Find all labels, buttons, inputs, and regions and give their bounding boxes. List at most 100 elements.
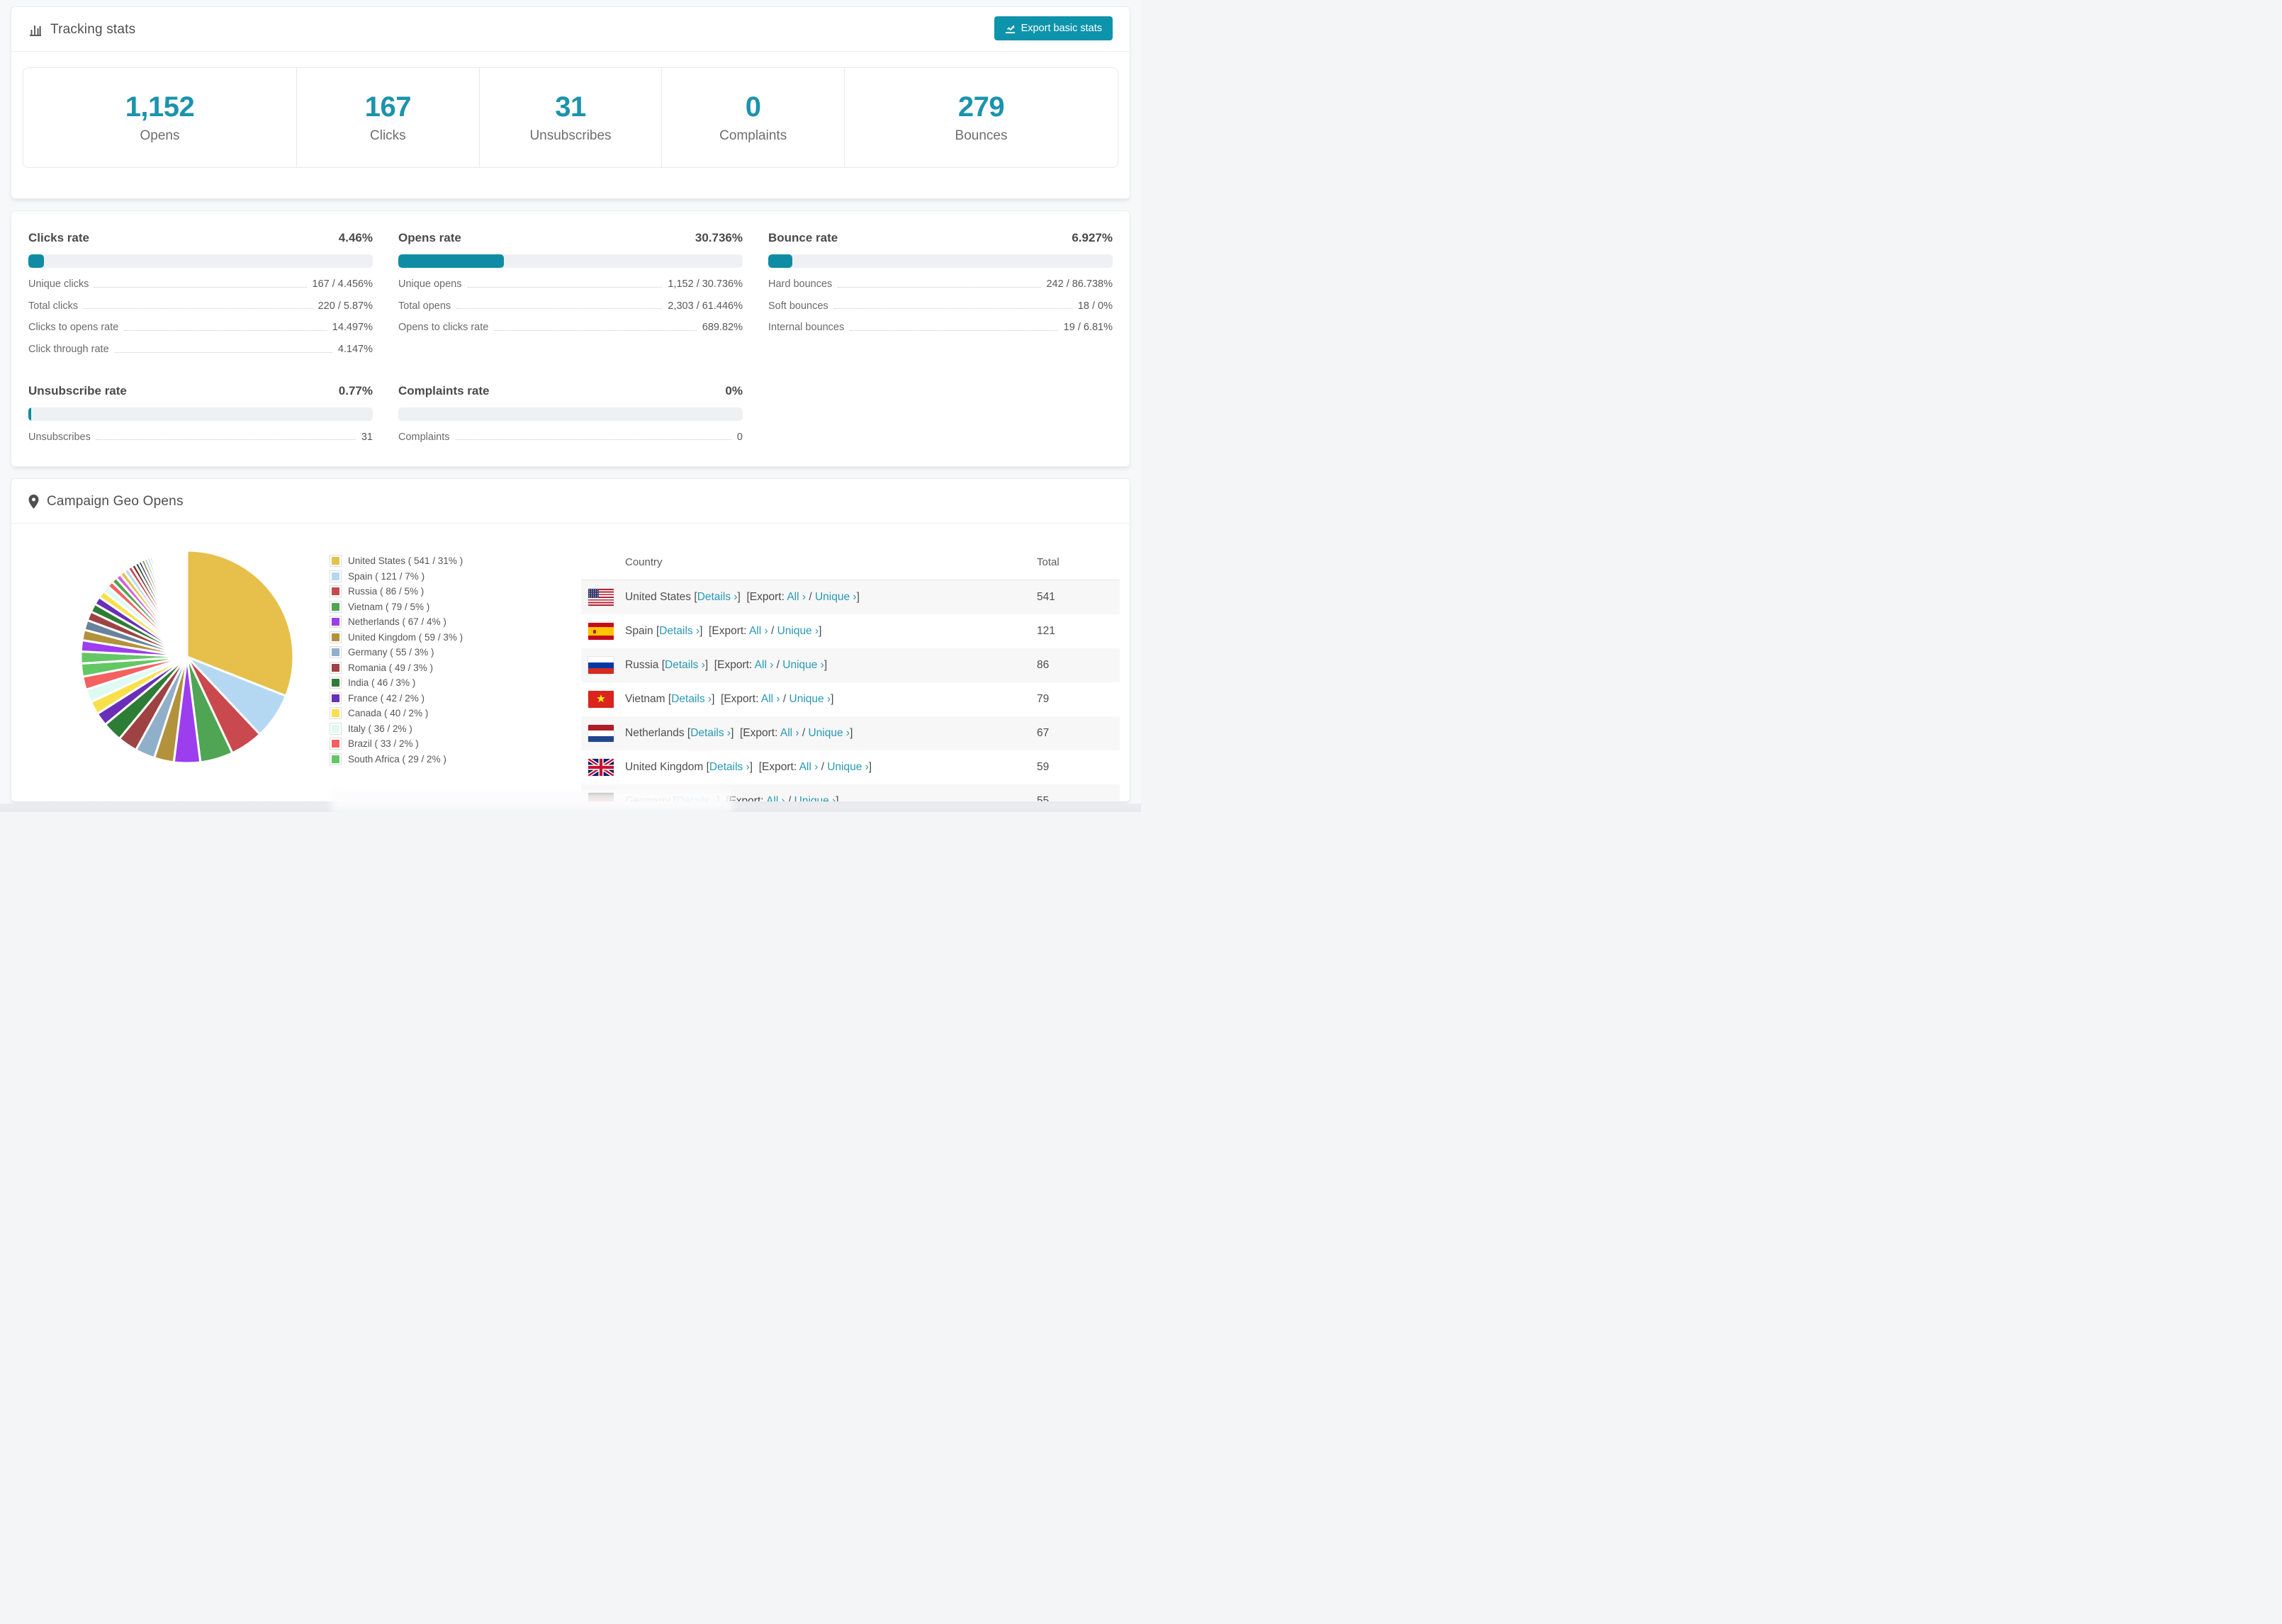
legend-label: Romania ( 49 / 3% ): [348, 662, 434, 673]
details-link[interactable]: Details ›: [690, 727, 731, 739]
geo-country-cell: United Kingdom [Details ›] [Export: All …: [581, 759, 1037, 776]
details-link[interactable]: Details ›: [665, 659, 705, 671]
legend-swatch: [330, 631, 341, 643]
details-link[interactable]: Details ›: [709, 761, 750, 773]
export-prefix: Export:: [712, 625, 749, 637]
stat-cell-bounces: 279 Bounces: [844, 68, 1118, 167]
legend-item-romania: Romania ( 49 / 3% ): [330, 660, 463, 676]
rate-detail-row: Click through rate 4.147%: [28, 344, 373, 356]
rate-panel-head: Clicks rate 4.46%: [28, 231, 373, 245]
details-link[interactable]: Details ›: [697, 591, 738, 603]
geo-country-cell: Russia [Details ›] [Export: All › / Uniq…: [581, 657, 1037, 674]
export-icon: [1005, 23, 1016, 34]
export-button-label: Export basic stats: [1021, 23, 1102, 34]
rate-panel-head: Unsubscribe rate 0.77%: [28, 384, 373, 398]
geo-country-text: Spain [Details ›] [Export: All › / Uniqu…: [625, 625, 822, 637]
stat-label: Bounces: [955, 128, 1008, 143]
export-prefix: Export:: [717, 659, 755, 671]
legend-swatch: [330, 753, 341, 765]
export-all-link[interactable]: All ›: [749, 625, 768, 637]
export-unique-link[interactable]: Unique ›: [777, 625, 819, 637]
bar-chart-icon: [28, 23, 43, 37]
stat-label: Opens: [140, 128, 180, 143]
rate-title: Clicks rate: [28, 231, 89, 244]
legend-label: India ( 46 / 3% ): [348, 677, 416, 689]
rate-detail-label: Opens to clicks rate: [398, 322, 489, 334]
country-name: United States: [625, 591, 692, 603]
export-unique-link[interactable]: Unique ›: [794, 795, 836, 801]
legend-item-germany: Germany ( 55 / 3% ): [330, 645, 463, 660]
details-link[interactable]: Details ›: [659, 625, 699, 637]
export-all-link[interactable]: All ›: [761, 693, 780, 705]
stat-cell-complaints: 0 Complaints: [661, 68, 844, 167]
export-unique-link[interactable]: Unique ›: [815, 591, 857, 603]
export-unique-link[interactable]: Unique ›: [827, 761, 869, 773]
legend-swatch: [330, 556, 341, 567]
legend-item-italy: Italy ( 36 / 2% ): [330, 721, 463, 737]
geo-country-cell: Spain [Details ›] [Export: All › / Uniqu…: [581, 623, 1037, 640]
country-name: Spain: [625, 625, 653, 637]
legend-label: South Africa ( 29 / 2% ): [348, 753, 446, 765]
rate-detail-label: Unique clicks: [28, 278, 89, 290]
rate-detail-row: Internal bounces 19 / 6.81%: [768, 322, 1113, 334]
legend-item-brazil: Brazil ( 33 / 2% ): [330, 736, 463, 752]
country-name: Russia: [625, 659, 659, 671]
details-link[interactable]: Details ›: [671, 693, 712, 705]
flag-us-icon: [588, 589, 614, 606]
geo-country-text: Russia [Details ›] [Export: All › / Uniq…: [625, 659, 828, 671]
export-all-link[interactable]: All ›: [787, 591, 806, 603]
rates-grid: Clicks rate 4.46% Unique clicks 167 / 4.456…: [28, 231, 1113, 443]
rate-panel-head: Opens rate 30.736%: [398, 231, 743, 245]
rate-value: 0%: [725, 383, 743, 397]
geo-opens-pie-chart[interactable]: [78, 548, 296, 766]
rate-detail-label: Clicks to opens rate: [28, 322, 119, 334]
export-all-link[interactable]: All ›: [766, 795, 785, 801]
rate-progress-fill: [768, 254, 792, 268]
map-pin-icon: [28, 495, 39, 509]
legend-swatch: [330, 662, 341, 673]
country-name: Vietnam: [625, 693, 665, 705]
dotted-leader: [84, 308, 313, 310]
rate-detail-value: 1,152 / 30.736%: [668, 278, 743, 290]
rate-detail-label: Complaints: [398, 431, 450, 443]
legend-swatch: [330, 570, 341, 582]
export-all-link[interactable]: All ›: [755, 659, 774, 671]
export-unique-link[interactable]: Unique ›: [789, 693, 831, 705]
geo-country-text: Netherlands [Details ›] [Export: All › /…: [625, 727, 853, 739]
legend-label: Canada ( 40 / 2% ): [348, 708, 429, 719]
pie-legend: United States ( 541 / 31% ) Spain ( 121 /…: [330, 553, 463, 767]
rate-progress-fill: [28, 254, 44, 268]
rate-detail-label: Unsubscribes: [28, 431, 91, 443]
legend-label: United States ( 541 / 31% ): [348, 556, 463, 567]
stat-value: 0: [745, 91, 761, 123]
legend-swatch: [330, 677, 341, 689]
export-all-link[interactable]: All ›: [799, 761, 819, 773]
stat-value: 167: [364, 91, 412, 123]
rate-detail-value: 167 / 4.456%: [312, 278, 373, 290]
legend-item-netherlands: Netherlands ( 67 / 4% ): [330, 614, 463, 630]
export-all-link[interactable]: All ›: [780, 727, 799, 739]
legend-swatch: [330, 692, 341, 704]
rate-title: Complaints rate: [398, 383, 490, 397]
rate-progress-fill: [28, 407, 31, 421]
geo-country-text: Vietnam [Details ›] [Export: All › / Uni…: [625, 693, 834, 705]
country-name: Netherlands: [625, 727, 685, 739]
legend-item-united-states: United States ( 541 / 31% ): [330, 553, 463, 569]
legend-label: Germany ( 55 / 3% ): [348, 647, 434, 658]
geo-country-text: United Kingdom [Details ›] [Export: All …: [625, 761, 872, 773]
rate-detail-value: 14.497%: [332, 322, 373, 334]
legend-label: Spain ( 121 / 7% ): [348, 570, 425, 582]
rate-detail-label: Unique opens: [398, 278, 462, 290]
rate-detail-row: Opens to clicks rate 689.82%: [398, 322, 743, 334]
geo-country-text: United States [Details ›] [Export: All ›…: [625, 591, 860, 603]
geo-country-cell: Vietnam [Details ›] [Export: All › / Uni…: [581, 691, 1037, 708]
export-basic-stats-button[interactable]: Export basic stats: [994, 16, 1113, 40]
rate-title: Opens rate: [398, 231, 461, 244]
export-unique-link[interactable]: Unique ›: [782, 659, 824, 671]
geo-country-cell: United States [Details ›] [Export: All ›…: [581, 589, 1037, 606]
geo-body: United States ( 541 / 31% ) Spain ( 121 /…: [11, 524, 1130, 802]
export-prefix: Export:: [729, 795, 767, 802]
legend-item-france: France ( 42 / 2% ): [330, 691, 463, 706]
country-column-header: Country: [625, 556, 663, 568]
export-unique-link[interactable]: Unique ›: [808, 727, 850, 739]
